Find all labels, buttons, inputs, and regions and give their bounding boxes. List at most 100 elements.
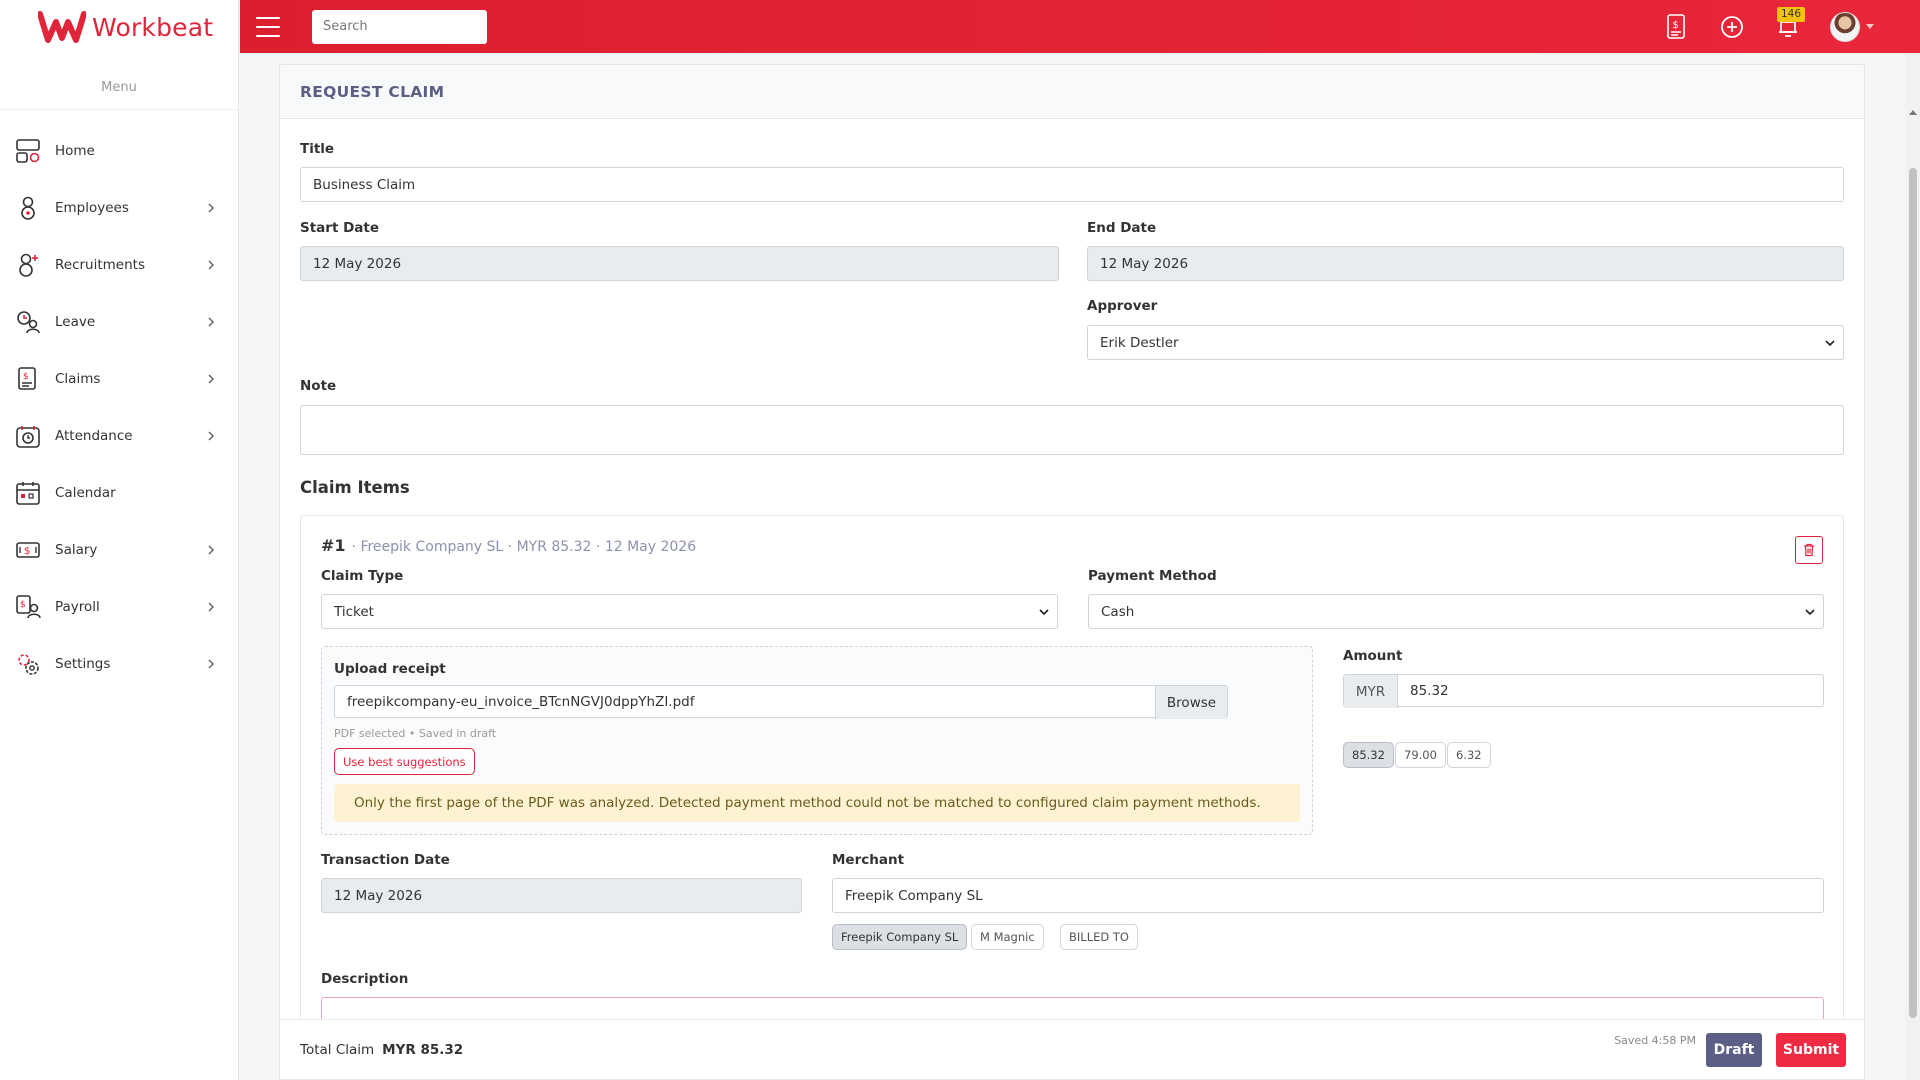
page-scrollbar[interactable] bbox=[1906, 53, 1920, 1080]
user-menu[interactable] bbox=[1830, 11, 1874, 42]
sidebar-item-label: Leave bbox=[55, 313, 96, 330]
sidebar-nav: Home Employees Recruitments Leave $ Clai… bbox=[0, 122, 238, 692]
add-circle-icon[interactable] bbox=[1718, 13, 1746, 41]
amount-suggestion-chip[interactable]: 85.32 bbox=[1343, 742, 1394, 768]
menu-toggle-icon[interactable] bbox=[256, 16, 280, 37]
start-date-label: Start Date bbox=[300, 220, 380, 236]
description-label: Description bbox=[321, 971, 409, 987]
amount-value: 85.32 bbox=[1410, 682, 1449, 699]
transaction-date-value: 12 May 2026 bbox=[334, 887, 423, 904]
receipt-file-input[interactable]: freepikcompany-eu_invoice_BTcnNGVJ0dppYh… bbox=[334, 685, 1228, 719]
chevron-down-icon bbox=[1039, 609, 1049, 616]
approver-label: Approver bbox=[1087, 298, 1158, 314]
total-claim: Total Claim MYR 85.32 bbox=[300, 1042, 463, 1058]
chevron-down-icon bbox=[1866, 24, 1874, 29]
payment-method-select[interactable]: Cash bbox=[1088, 594, 1824, 629]
sidebar-item-label: Attendance bbox=[55, 427, 133, 444]
sidebar-item-attendance[interactable]: Attendance bbox=[0, 407, 238, 464]
approver-select[interactable]: Erik Destler bbox=[1087, 325, 1844, 360]
end-date-input[interactable]: 12 May 2026 bbox=[1087, 246, 1844, 281]
note-textarea[interactable] bbox=[300, 405, 1844, 455]
payment-method-value: Cash bbox=[1101, 603, 1135, 620]
claim-request-icon[interactable]: $ bbox=[1662, 13, 1690, 41]
brand-name: Workbeat bbox=[92, 12, 214, 42]
upload-receipt-panel: Upload receipt freepikcompany-eu_invoice… bbox=[321, 646, 1313, 835]
total-claim-label: Total Claim bbox=[300, 1042, 375, 1058]
claim-type-label: Claim Type bbox=[321, 568, 404, 584]
svg-text:$: $ bbox=[1673, 20, 1679, 31]
use-best-suggestions-button[interactable]: Use best suggestions bbox=[334, 748, 475, 775]
topbar: $ 146 bbox=[240, 0, 1920, 53]
scroll-up-arrow-icon[interactable] bbox=[1909, 110, 1917, 115]
workbeat-logo-icon bbox=[38, 11, 86, 43]
analysis-warning-text: Only the first page of the PDF was analy… bbox=[354, 795, 1261, 811]
claim-item-summary: · Freepik Company SL · MYR 85.32 · 12 Ma… bbox=[351, 539, 697, 555]
merchant-suggestion-chip[interactable]: M Magnic bbox=[971, 924, 1044, 950]
sidebar-item-home[interactable]: Home bbox=[0, 122, 238, 179]
amount-suggestion-label: 85.32 bbox=[1352, 748, 1385, 762]
chevron-right-icon bbox=[208, 259, 215, 270]
chevron-right-icon bbox=[208, 373, 215, 384]
scrollbar-thumb[interactable] bbox=[1909, 168, 1917, 1018]
amount-suggestion-label: 6.32 bbox=[1456, 748, 1482, 762]
sidebar-item-settings[interactable]: Settings bbox=[0, 635, 238, 692]
sidebar-item-leave[interactable]: Leave bbox=[0, 293, 238, 350]
browse-button[interactable]: Browse bbox=[1155, 686, 1227, 719]
transaction-date-input[interactable]: 12 May 2026 bbox=[321, 878, 802, 913]
draft-button-label: Draft bbox=[1713, 1042, 1755, 1058]
merchant-suggestion-chip[interactable]: Freepik Company SL bbox=[832, 924, 968, 950]
sidebar-item-recruitments[interactable]: Recruitments bbox=[0, 236, 238, 293]
leave-icon bbox=[14, 308, 42, 336]
saved-status: Saved 4:58 PM bbox=[1614, 1034, 1696, 1047]
claims-icon: $ bbox=[14, 365, 42, 393]
sidebar-item-claims[interactable]: $ Claims bbox=[0, 350, 238, 407]
merchant-value: Freepik Company SL bbox=[845, 887, 983, 904]
sidebar-item-label: Salary bbox=[55, 541, 98, 558]
claim-items-title: Claim Items bbox=[300, 478, 410, 497]
amount-input[interactable]: MYR 85.32 bbox=[1343, 674, 1824, 708]
sidebar-item-label: Settings bbox=[55, 655, 111, 672]
trash-icon bbox=[1804, 543, 1814, 557]
sidebar-item-employees[interactable]: Employees bbox=[0, 179, 238, 236]
claim-type-select[interactable]: Ticket bbox=[321, 594, 1058, 629]
sidebar-item-calendar[interactable]: Calendar bbox=[0, 464, 238, 521]
submit-button[interactable]: Submit bbox=[1776, 1033, 1846, 1067]
page-title: REQUEST CLAIM bbox=[300, 82, 445, 101]
submit-button-label: Submit bbox=[1782, 1042, 1840, 1058]
chevron-right-icon bbox=[208, 202, 215, 213]
chevron-right-icon bbox=[208, 601, 215, 612]
amount-suggestion-chip[interactable]: 79.00 bbox=[1395, 742, 1446, 768]
request-claim-card: REQUEST CLAIM Title Business Claim Start… bbox=[279, 64, 1865, 1080]
search-input[interactable] bbox=[312, 9, 487, 44]
sidebar-item-label: Recruitments bbox=[55, 256, 145, 273]
employees-icon bbox=[14, 194, 42, 222]
recruitments-icon bbox=[14, 251, 42, 279]
claim-footer: Total Claim MYR 85.32 Saved 4:58 PM Draf… bbox=[280, 1019, 1864, 1079]
sidebar-item-label: Payroll bbox=[55, 598, 100, 615]
title-input[interactable]: Business Claim bbox=[300, 167, 1844, 202]
draft-button[interactable]: Draft bbox=[1706, 1033, 1762, 1067]
merchant-suggestion-label: BILLED TO bbox=[1069, 930, 1129, 944]
sidebar-item-label: Claims bbox=[55, 370, 101, 387]
settings-icon bbox=[14, 650, 42, 678]
notification-icon[interactable]: 146 bbox=[1774, 6, 1806, 41]
receipt-file-name: freepikcompany-eu_invoice_BTcnNGVJ0dppYh… bbox=[347, 693, 695, 710]
chevron-right-icon bbox=[208, 544, 215, 555]
total-claim-value: MYR 85.32 bbox=[382, 1042, 464, 1058]
svg-text:$: $ bbox=[24, 546, 30, 557]
sidebar-item-payroll[interactable]: $ Payroll bbox=[0, 578, 238, 635]
merchant-suggestion-chip[interactable]: BILLED TO bbox=[1060, 924, 1138, 950]
notification-badge: 146 bbox=[1777, 6, 1806, 22]
chevron-right-icon bbox=[208, 316, 215, 327]
start-date-input[interactable]: 12 May 2026 bbox=[300, 246, 1059, 281]
merchant-input[interactable]: Freepik Company SL bbox=[832, 878, 1824, 913]
sidebar-item-salary[interactable]: $ Salary bbox=[0, 521, 238, 578]
home-icon bbox=[14, 137, 42, 165]
title-value: Business Claim bbox=[313, 176, 416, 193]
amount-suggestion-chip[interactable]: 6.32 bbox=[1447, 742, 1491, 768]
delete-item-button[interactable] bbox=[1795, 536, 1823, 564]
title-label: Title bbox=[300, 141, 335, 157]
brand-logo[interactable]: Workbeat bbox=[0, 0, 238, 54]
svg-text:$: $ bbox=[23, 372, 29, 382]
upload-status-text: PDF selected • Saved in draft bbox=[334, 727, 497, 740]
